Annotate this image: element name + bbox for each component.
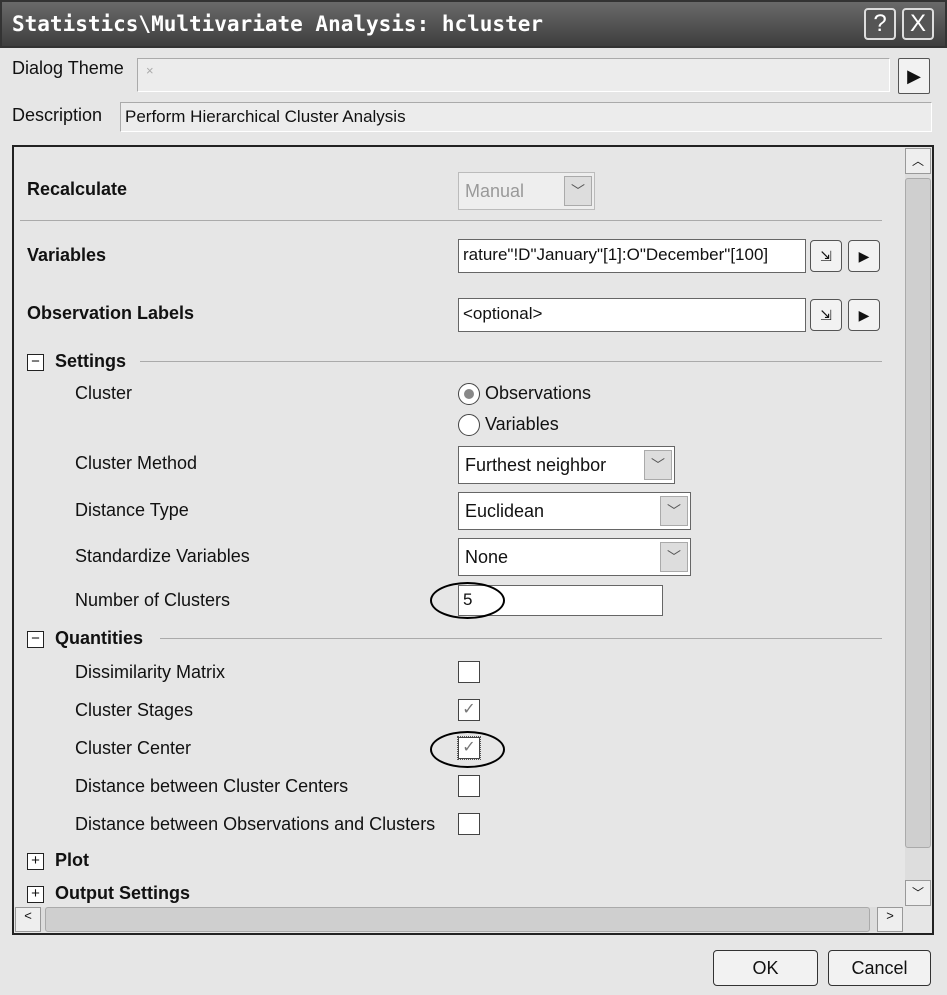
plot-heading[interactable]: Plot bbox=[55, 850, 89, 871]
distance-observations-clusters-label: Distance between Observations and Cluste… bbox=[75, 814, 436, 834]
observation-menu-button[interactable]: ▶ bbox=[848, 299, 880, 331]
variables-label: Variables bbox=[27, 245, 107, 265]
chevron-down-icon: ﹀ bbox=[660, 542, 688, 572]
cluster-stages-checkbox[interactable]: ✓ bbox=[458, 699, 480, 721]
vertical-scrollbar[interactable]: ︿ ﹀ bbox=[905, 148, 931, 906]
divider bbox=[140, 361, 882, 362]
observation-labels-label: Observation Labels bbox=[27, 303, 195, 323]
collapse-quantities-toggle[interactable]: − bbox=[27, 631, 44, 648]
collapse-settings-toggle[interactable]: − bbox=[27, 354, 44, 371]
radio-variables[interactable] bbox=[458, 414, 480, 436]
close-button[interactable]: X bbox=[902, 8, 934, 40]
expand-output-settings-toggle[interactable]: + bbox=[27, 886, 44, 903]
observation-labels-input[interactable]: <optional> bbox=[458, 298, 806, 332]
quantities-heading: Quantities bbox=[55, 628, 144, 648]
divider bbox=[160, 638, 882, 639]
select-range-button[interactable]: ⇲ bbox=[810, 299, 842, 331]
highlight-ellipse bbox=[430, 731, 505, 768]
highlight-ellipse bbox=[430, 582, 505, 619]
radio-observations[interactable] bbox=[458, 383, 480, 405]
description-field: Perform Hierarchical Cluster Analysis bbox=[120, 102, 932, 132]
scroll-left-icon[interactable]: < bbox=[15, 907, 41, 932]
settings-heading: Settings bbox=[55, 351, 127, 371]
radio-variables-label[interactable]: Variables bbox=[485, 414, 559, 435]
range-select-icon: ⇲ bbox=[820, 248, 832, 264]
play-arrow-icon: ▶ bbox=[907, 66, 921, 86]
dissimilarity-matrix-label: Dissimilarity Matrix bbox=[75, 662, 225, 682]
window-title: Statistics\Multivariate Analysis: hclust… bbox=[12, 12, 544, 36]
horizontal-scroll-thumb[interactable] bbox=[45, 907, 870, 932]
standardize-select[interactable]: None ﹀ bbox=[458, 538, 691, 576]
range-select-icon: ⇲ bbox=[820, 307, 832, 323]
help-button[interactable]: ? bbox=[864, 8, 896, 40]
recalculate-value: Manual bbox=[465, 181, 525, 201]
recalculate-select[interactable]: Manual ﹀ bbox=[458, 172, 595, 210]
cancel-button[interactable]: Cancel bbox=[828, 950, 931, 986]
scroll-up-icon[interactable]: ︿ bbox=[905, 148, 931, 174]
scroll-down-icon[interactable]: ﹀ bbox=[905, 880, 931, 906]
divider bbox=[20, 220, 882, 221]
cluster-method-select[interactable]: Furthest neighbor ﹀ bbox=[458, 446, 675, 484]
vertical-scroll-thumb[interactable] bbox=[905, 178, 931, 848]
distance-type-label: Distance Type bbox=[75, 500, 189, 520]
dialog-theme-label: Dialog Theme bbox=[12, 58, 124, 78]
distance-cluster-centers-checkbox[interactable] bbox=[458, 775, 480, 797]
select-range-button[interactable]: ⇲ bbox=[810, 240, 842, 272]
play-arrow-icon: ▶ bbox=[858, 248, 870, 264]
cluster-method-value: Furthest neighbor bbox=[465, 455, 607, 475]
horizontal-scrollbar[interactable]: < > bbox=[15, 907, 903, 932]
distance-observations-clusters-checkbox[interactable] bbox=[458, 813, 480, 835]
chevron-down-icon: ﹀ bbox=[564, 176, 592, 206]
standardize-label: Standardize Variables bbox=[75, 546, 250, 566]
output-settings-heading[interactable]: Output Settings bbox=[55, 883, 190, 904]
standardize-value: None bbox=[465, 547, 509, 567]
distance-cluster-centers-label: Distance between Cluster Centers bbox=[75, 776, 349, 796]
chevron-down-icon: ﹀ bbox=[644, 450, 672, 480]
num-clusters-label: Number of Clusters bbox=[75, 590, 231, 610]
chevron-down-icon: ﹀ bbox=[660, 496, 688, 526]
radio-observations-label[interactable]: Observations bbox=[485, 383, 591, 404]
variables-input[interactable]: rature"!D"January"[1]:O"December"[100] bbox=[458, 239, 806, 273]
recalculate-label: Recalculate bbox=[27, 179, 128, 199]
cluster-label: Cluster bbox=[75, 383, 133, 403]
play-arrow-icon: ▶ bbox=[858, 307, 870, 323]
dissimilarity-matrix-checkbox[interactable] bbox=[458, 661, 480, 683]
scroll-right-icon[interactable]: > bbox=[877, 907, 903, 932]
variables-menu-button[interactable]: ▶ bbox=[848, 240, 880, 272]
distance-type-select[interactable]: Euclidean ﹀ bbox=[458, 492, 691, 530]
distance-type-value: Euclidean bbox=[465, 501, 545, 521]
cluster-stages-label: Cluster Stages bbox=[75, 700, 194, 720]
theme-menu-button[interactable]: ▶ bbox=[898, 58, 930, 94]
description-label: Description bbox=[12, 105, 103, 125]
ok-button[interactable]: OK bbox=[713, 950, 818, 986]
cluster-center-label: Cluster Center bbox=[75, 738, 192, 758]
dialog-theme-field[interactable]: × bbox=[137, 58, 890, 92]
cluster-method-label: Cluster Method bbox=[75, 453, 198, 473]
expand-plot-toggle[interactable]: + bbox=[27, 853, 44, 870]
